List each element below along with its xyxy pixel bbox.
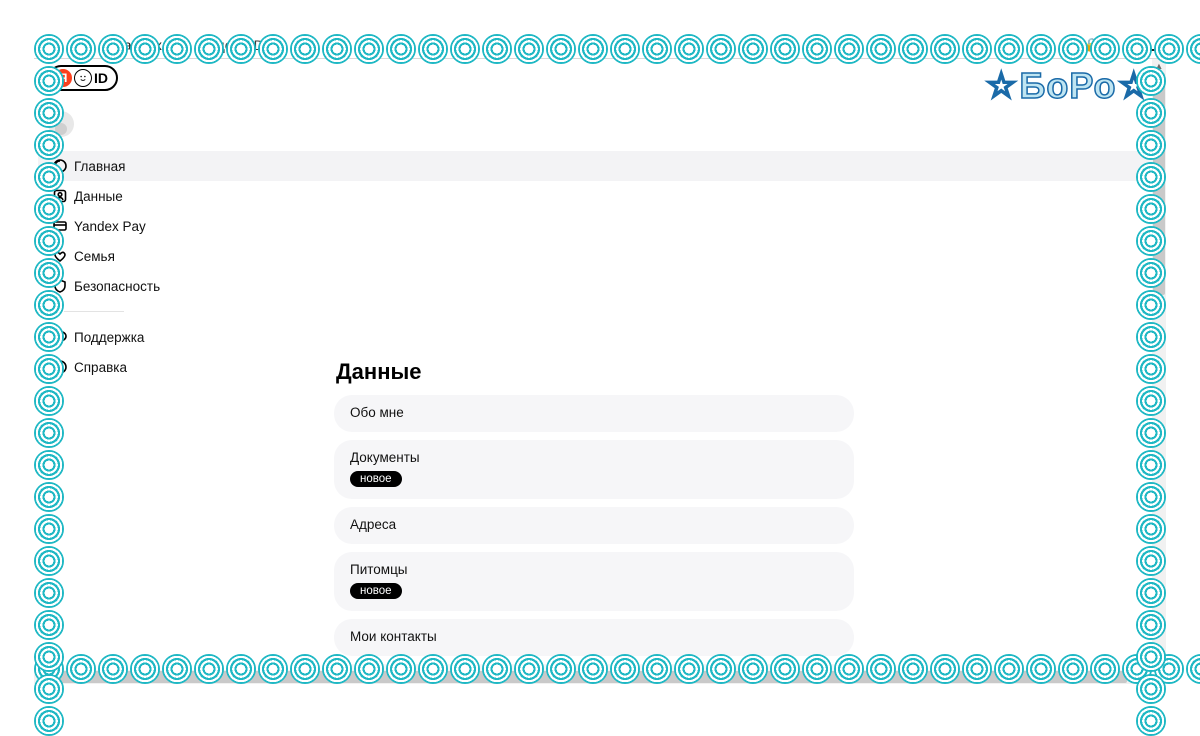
smile-icon xyxy=(74,69,92,87)
sidebar: Главная Данные Yandex Pay Семья Безопасн… xyxy=(34,151,1166,382)
yandex-id-logo[interactable]: Я ID xyxy=(48,65,118,91)
page-viewport: Я ID ☆ БоРо ☆ Главная Данные Yandex Pay xyxy=(34,58,1166,684)
shield-icon xyxy=(52,278,68,294)
list-item-title: Обо мне xyxy=(350,405,838,420)
id-text: ID xyxy=(94,70,108,86)
sidebar-item-label: Данные xyxy=(74,189,123,204)
scroll-right-icon[interactable]: ▶ xyxy=(1138,670,1152,684)
section-title: Данные xyxy=(336,359,1150,385)
address-host: id.yandex.ru xyxy=(102,37,178,53)
address-title: Яндекс ID xyxy=(199,37,264,53)
list-item[interactable]: Адреса xyxy=(334,507,854,544)
list-item[interactable]: Мои контакты xyxy=(334,619,854,656)
scroll-down-icon[interactable]: ▼ xyxy=(1152,656,1166,670)
main-content: Данные Обо мне Документы новое Адреса Питомц… xyxy=(334,359,1150,684)
scrollbar-thumb[interactable] xyxy=(1153,73,1165,295)
reload-icon[interactable] xyxy=(72,37,88,53)
horizontal-scrollbar[interactable]: ◀ ▶ xyxy=(34,670,1152,684)
watermark: ☆ БоРо ☆ xyxy=(986,65,1156,107)
sidebar-item-label: Главная xyxy=(74,159,125,174)
back-icon[interactable] xyxy=(42,37,58,53)
scrollbar-thumb[interactable] xyxy=(48,671,1127,683)
new-badge: новое xyxy=(350,583,402,599)
address-bar[interactable]: id.yandex.ru · Яндекс ID xyxy=(102,37,264,53)
sidebar-item-label: Поддержка xyxy=(74,330,144,345)
list-item-title: Документы xyxy=(350,450,838,465)
sidebar-item-label: Безопасность xyxy=(74,279,160,294)
lock-icon: 🔒 xyxy=(1084,37,1100,53)
avatar[interactable] xyxy=(48,111,74,137)
star-icon: ☆ xyxy=(986,66,1017,106)
vertical-scrollbar[interactable]: ▲ ▼ xyxy=(1152,59,1166,670)
minimize-icon[interactable] xyxy=(1140,49,1158,51)
sidebar-item-home[interactable]: Главная xyxy=(38,151,1162,181)
browser-bar: id.yandex.ru · Яндекс ID 🔒 xyxy=(34,33,1166,57)
ya-glyph-icon: Я xyxy=(54,69,72,87)
sidebar-item-family[interactable]: Семья xyxy=(38,241,1162,271)
list-item-title: Мои контакты xyxy=(350,629,838,644)
scroll-left-icon[interactable]: ◀ xyxy=(34,670,48,684)
list-item[interactable]: Обо мне xyxy=(334,395,854,432)
list-item[interactable]: Документы новое xyxy=(334,440,854,499)
help-icon xyxy=(52,359,68,375)
sidebar-item-support[interactable]: Поддержка xyxy=(38,322,1162,352)
new-badge: новое xyxy=(350,471,402,487)
list-item[interactable]: Питомцы новое xyxy=(334,552,854,611)
user-card-icon xyxy=(52,188,68,204)
chat-icon xyxy=(52,329,68,345)
list-item-title: Питомцы xyxy=(350,562,838,577)
sidebar-item-label: Yandex Pay xyxy=(74,219,146,234)
star-icon: ☆ xyxy=(1119,66,1150,106)
sidebar-item-label: Справка xyxy=(74,360,127,375)
sidebar-item-security[interactable]: Безопасность xyxy=(38,271,1162,301)
address-separator: · xyxy=(186,37,191,53)
card-icon xyxy=(52,218,68,234)
watermark-text: БоРо xyxy=(1020,65,1117,107)
heart-icon xyxy=(52,248,68,264)
sidebar-item-yandex-pay[interactable]: Yandex Pay xyxy=(38,211,1162,241)
scroll-up-icon[interactable]: ▲ xyxy=(1152,59,1166,73)
sidebar-item-data[interactable]: Данные xyxy=(38,181,1162,211)
list-item-title: Адреса xyxy=(350,517,838,532)
sidebar-divider xyxy=(64,311,124,312)
home-icon xyxy=(52,158,68,174)
sidebar-item-label: Семья xyxy=(74,249,115,264)
